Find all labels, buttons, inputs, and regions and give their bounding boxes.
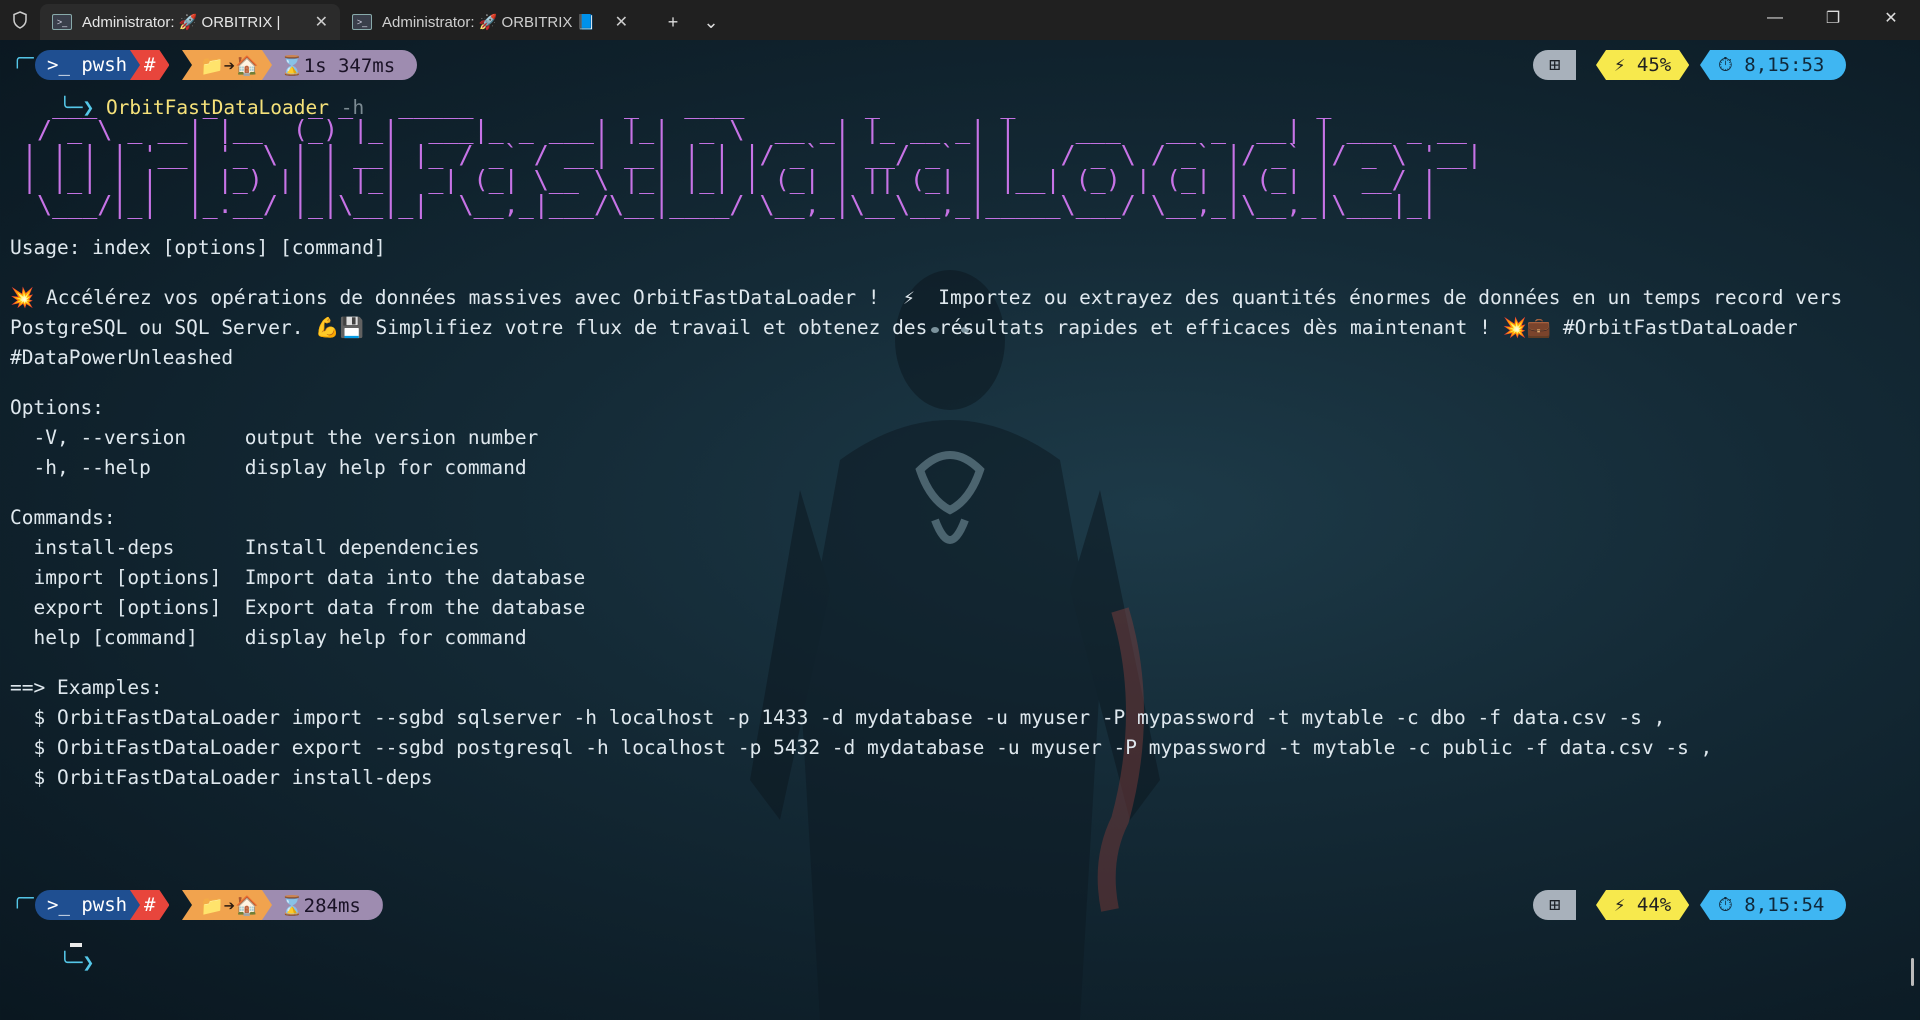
close-icon[interactable]: ✕ <box>615 12 628 32</box>
description-line: PostgreSQL ou SQL Server. 💪💾 Simplifiez … <box>10 316 1798 339</box>
ascii-banner: ___ _ _ _ _____ _ ____ _ _ _ / _ \ _ __|… <box>22 90 1482 219</box>
battery-segment: ⚡ 44% <box>1596 890 1689 920</box>
minimize-button[interactable]: — <box>1746 0 1804 36</box>
windows-icon: ⊞ <box>1533 50 1577 80</box>
battery-segment: ⚡ 45% <box>1596 50 1689 80</box>
shield-icon[interactable] <box>0 0 40 40</box>
powershell-icon: >_ <box>52 14 72 30</box>
title-bar: >_ Administrator: 🚀 ORBITRIX | ✕ >_ Admi… <box>0 0 1920 40</box>
path-segment: 📁➔🏠 <box>182 890 277 920</box>
powershell-icon: >_ <box>352 14 372 30</box>
input-line[interactable]: ╰─❯ <box>12 918 94 1008</box>
shell-segment: >_ pwsh <box>35 890 144 920</box>
text-cursor <box>70 943 82 947</box>
scrollbar-thumb[interactable] <box>1911 958 1914 986</box>
shell-name: pwsh <box>81 894 128 916</box>
terminal-pane[interactable]: ╭─ >_ pwsh # 📁➔🏠 ⌛1s 347ms ⊞ ⚡ 45% ⏱ 8,1… <box>0 40 1920 1018</box>
examples-header: ==> Examples: <box>10 676 163 699</box>
option-line: -V, --version output the version number <box>10 426 539 449</box>
description-line: #DataPowerUnleashed <box>10 346 234 369</box>
usage-line: Usage: index [options] [command] <box>10 236 386 259</box>
maximize-button[interactable]: ❐ <box>1804 0 1862 36</box>
command-entry: import [options] Import data into the da… <box>10 566 586 589</box>
duration-segment: ⌛284ms <box>262 890 383 920</box>
option-line: -h, --help display help for command <box>10 456 527 479</box>
windows-icon: ⊞ <box>1533 890 1577 920</box>
close-icon[interactable]: ✕ <box>315 12 328 32</box>
description-line: 💥 Accélérez vos opérations de données ma… <box>10 286 1843 309</box>
commands-header: Commands: <box>10 506 116 529</box>
prompt-arrow-icon: ╰─❯ <box>58 951 95 974</box>
terminal-icon: >_ <box>47 894 82 916</box>
example-line: $ OrbitFastDataLoader install-deps <box>10 766 433 789</box>
options-header: Options: <box>10 396 104 419</box>
window-controls: — ❐ ✕ <box>1746 0 1920 36</box>
close-window-button[interactable]: ✕ <box>1862 0 1920 36</box>
example-line: $ OrbitFastDataLoader export --sgbd post… <box>10 736 1713 759</box>
time-segment: ⏱ 8,15:53 <box>1700 50 1847 80</box>
command-entry: export [options] Export data from the da… <box>10 596 586 619</box>
command-entry: help [command] display help for command <box>10 626 527 649</box>
tab-label: Administrator: 🚀 ORBITRIX | <box>82 14 281 31</box>
chevron-down-icon[interactable]: ⌄ <box>692 4 730 40</box>
tab-label: Administrator: 🚀 ORBITRIX 📘 <box>382 14 596 31</box>
example-line: $ OrbitFastDataLoader import --sgbd sqls… <box>10 706 1666 729</box>
prompt-bracket: ╭─ <box>12 888 34 909</box>
tab-administrator-1[interactable]: >_ Administrator: 🚀 ORBITRIX | ✕ <box>40 4 340 40</box>
tab-administrator-2[interactable]: >_ Administrator: 🚀 ORBITRIX 📘 ✕ <box>340 4 640 40</box>
new-tab-button[interactable]: + <box>654 4 692 40</box>
command-entry: install-deps Install dependencies <box>10 536 480 559</box>
time-segment: ⏱ 8,15:54 <box>1700 890 1847 920</box>
